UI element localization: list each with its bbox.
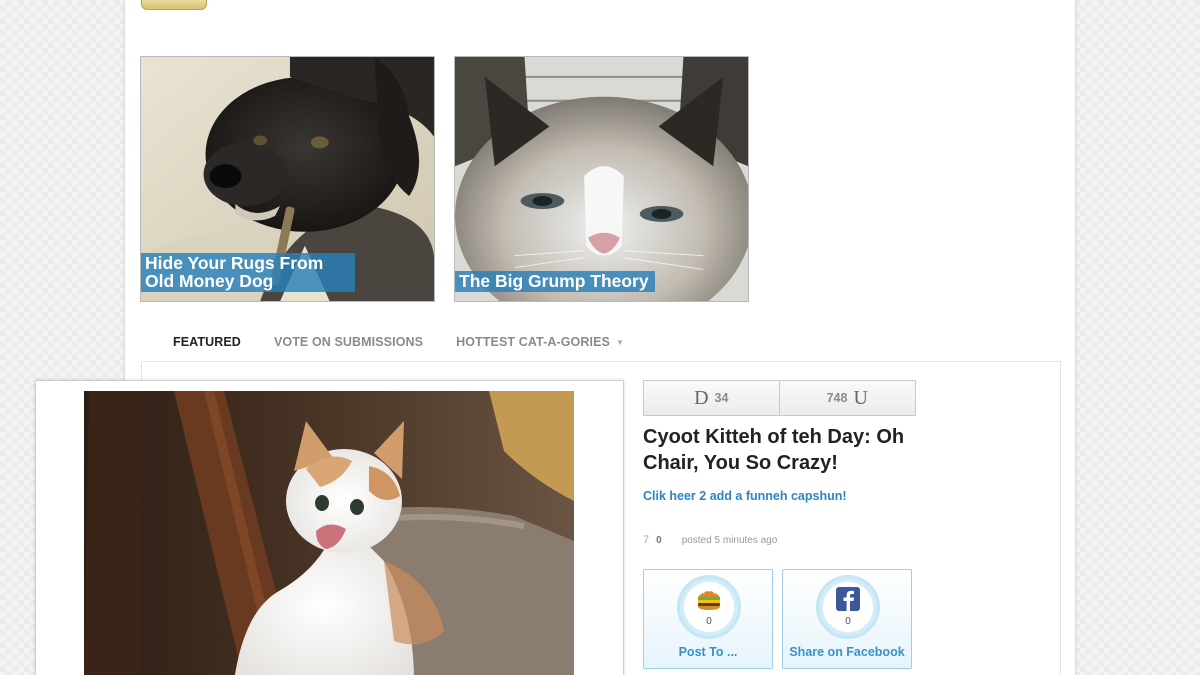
share-badge: 0 (677, 575, 741, 639)
vote-up-icon: U (853, 386, 868, 409)
posted-time: posted 5 minutes ago (681, 534, 778, 546)
vote-down-count: 34 (714, 391, 729, 405)
facebook-icon (836, 587, 860, 611)
share-on-facebook-button[interactable]: 0 Share on Facebook (782, 569, 912, 669)
vote-down-button[interactable]: D 34 (643, 380, 780, 416)
post-to-count: 0 (706, 616, 712, 627)
site-logo[interactable] (141, 0, 207, 10)
share-badge: 0 (816, 575, 880, 639)
kitten-chair-image[interactable] (84, 391, 574, 675)
chevron-down-icon: ▼ (615, 338, 624, 348)
kitten-photo (84, 391, 574, 675)
post-title: Cyoot Kitteh of teh Day: Oh Chair, You S… (643, 426, 905, 474)
main-nav: FEATURED VOTE ON SUBMISSIONS HOTTEST CAT… (173, 333, 624, 351)
vote-down-icon: D (694, 386, 709, 409)
vote-bar: D 34 748 U (643, 380, 916, 416)
nav-featured[interactable]: FEATURED (173, 335, 241, 349)
add-caption-link[interactable]: Clik heer 2 add a funneh capshun! (643, 489, 847, 503)
vote-up-count: 748 (826, 391, 848, 405)
grumpy-cat-image (455, 57, 748, 301)
post-to-label: Post To ... (678, 645, 738, 659)
post-meta: 7 0 posted 5 minutes ago (643, 534, 777, 546)
post-to-button[interactable]: 0 Post To ... (643, 569, 773, 669)
feature-tile-old-money-dog[interactable]: Hide Your Rugs From Old Money Dog (140, 56, 435, 302)
comment-icon[interactable]: 7 (643, 534, 649, 546)
vote-up-button[interactable]: 748 U (779, 380, 916, 416)
feature-caption[interactable]: The Big Grump Theory (455, 271, 655, 292)
facebook-label: Share on Facebook (789, 645, 905, 659)
comment-count[interactable]: 0 (656, 535, 662, 546)
feature-tile-big-grump-theory[interactable]: The Big Grump Theory (454, 56, 749, 302)
nav-vote-on-submissions[interactable]: VOTE ON SUBMISSIONS (274, 335, 423, 349)
nav-hottest-cat-a-gories[interactable]: HOTTEST CAT-A-GORIES ▼ (456, 335, 624, 349)
nav-hottest-label: HOTTEST CAT-A-GORIES (456, 335, 610, 349)
cheeseburger-icon (698, 590, 720, 610)
feature-caption[interactable]: Hide Your Rugs From Old Money Dog (141, 253, 355, 292)
facebook-count: 0 (845, 616, 851, 627)
